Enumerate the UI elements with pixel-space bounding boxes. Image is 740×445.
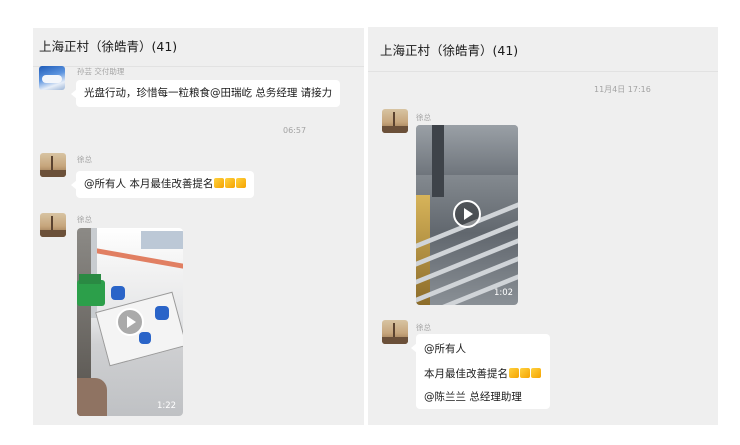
message-bubble[interactable]: @所有人 本月最佳改善提名	[70, 171, 255, 198]
sender-name: 徐总	[416, 323, 431, 332]
message-time: 11月4日 17:16	[594, 85, 651, 94]
play-icon[interactable]	[453, 200, 481, 228]
message-text: 本月最佳改善提名	[424, 367, 508, 380]
thumbs-up-icon	[531, 367, 541, 378]
thumbs-up-icon	[509, 367, 519, 378]
thumbs-up-icon	[225, 178, 236, 188]
sender-name: 孙芸 交付助理	[77, 67, 125, 76]
left-chat-window: 上海正村（徐皓青）(41) 孙芸 交付助理 光盘行动，珍惜每一粒粮食@田瑞屹 总…	[33, 28, 364, 425]
play-icon[interactable]	[116, 308, 144, 336]
message-line: @陈兰兰 总经理助理	[424, 391, 522, 403]
message-bubble[interactable]: @所有人 本月最佳改善提名 @陈兰兰 总经理助理	[411, 334, 550, 409]
sender-name: 徐总	[77, 155, 92, 164]
sender-name: 徐总	[416, 113, 431, 122]
chat-title: 上海正村（徐皓青）(41)	[33, 28, 364, 67]
thumbs-up-icon	[214, 178, 225, 188]
thumbs-up-icon	[520, 367, 530, 378]
chat-title: 上海正村（徐皓青）(41)	[368, 27, 718, 72]
avatar[interactable]	[382, 320, 408, 344]
video-message[interactable]: 1:02	[416, 125, 518, 305]
avatar[interactable]	[40, 153, 66, 177]
avatar[interactable]	[39, 66, 65, 90]
sender-name: 徐总	[77, 215, 92, 224]
avatar[interactable]	[40, 213, 66, 237]
message-time: 06:57	[283, 126, 307, 135]
avatar[interactable]	[382, 109, 408, 133]
right-chat-window: 上海正村（徐皓青）(41) 11月4日 17:16 徐总 1:02 徐总 @所有…	[368, 27, 718, 425]
thumbs-up-icon	[236, 178, 247, 188]
message-text: @所有人 本月最佳改善提名	[84, 178, 214, 190]
message-bubble[interactable]: 光盘行动，珍惜每一粒粮食@田瑞屹 总务经理 请接力	[70, 80, 341, 107]
video-duration: 1:02	[494, 288, 514, 298]
video-message[interactable]: 1:22	[77, 228, 183, 416]
message-line: @所有人	[424, 343, 466, 355]
message-line: 本月最佳改善提名	[424, 367, 541, 380]
video-duration: 1:22	[157, 401, 177, 411]
